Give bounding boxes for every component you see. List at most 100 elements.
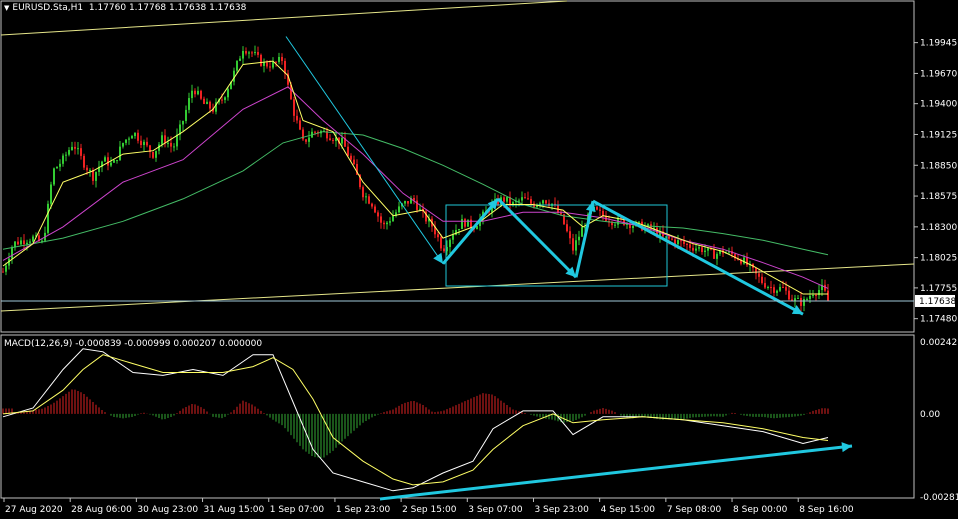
candle-body	[164, 135, 166, 143]
time-tick-label: 2 Sep 15:00	[402, 505, 457, 515]
candle-body	[524, 197, 526, 199]
candle-body	[263, 62, 265, 66]
candle-body	[62, 155, 64, 164]
candle-body	[701, 247, 703, 252]
candle-body	[806, 298, 808, 300]
price-tick-label: 1.19945	[920, 39, 957, 49]
candle-body	[266, 62, 268, 67]
candle-body	[707, 248, 709, 251]
candle-body	[77, 148, 79, 150]
candle-body	[143, 141, 145, 146]
candle-body	[185, 109, 187, 122]
candle-body	[815, 295, 817, 297]
candle-body	[455, 230, 457, 235]
candle-body	[152, 151, 154, 158]
candle-body	[128, 138, 130, 140]
candle-body	[599, 209, 601, 211]
candle-body	[329, 138, 331, 141]
candle-body	[785, 287, 787, 291]
collapse-triangle-icon[interactable]: ▼	[4, 4, 9, 12]
candle-body	[761, 276, 763, 284]
candle-body	[614, 224, 616, 226]
time-tick-label: 3 Sep 23:00	[534, 505, 589, 515]
time-tick-label: 31 Aug 15:00	[204, 505, 265, 515]
candle-body	[350, 155, 352, 160]
candle-body	[539, 203, 541, 205]
price-tick-label: 1.18575	[920, 192, 957, 202]
candle-body	[134, 132, 136, 137]
candle-body	[704, 250, 706, 252]
candle-body	[458, 229, 460, 231]
candle-body	[386, 222, 388, 225]
candle-body	[668, 236, 670, 239]
candle-body	[188, 98, 190, 110]
candle-body	[443, 248, 445, 252]
candle-body	[794, 298, 796, 301]
candle-body	[692, 247, 694, 251]
time-tick-label: 8 Sep 16:00	[799, 505, 854, 515]
candle-body	[530, 199, 532, 204]
time-tick-label: 7 Sep 08:00	[667, 505, 722, 515]
candle-body	[581, 227, 583, 237]
candle-body	[671, 238, 673, 240]
candle-body	[416, 200, 418, 210]
candle-body	[299, 120, 301, 130]
candle-body	[527, 198, 529, 200]
candle-body	[308, 137, 310, 142]
candle-body	[251, 52, 253, 54]
candle-body	[377, 212, 379, 217]
symbol-header: ▼ EURUSD.Sta,H1 1.17760 1.17768 1.17638 1…	[4, 3, 246, 13]
candle-body	[257, 52, 259, 55]
candle-body	[29, 241, 31, 243]
candle-body	[272, 61, 274, 68]
candle-body	[206, 101, 208, 104]
candle-body	[203, 98, 205, 104]
time-tick-label: 28 Aug 06:00	[71, 505, 132, 515]
candle-body	[449, 239, 451, 247]
candle-body	[110, 162, 112, 166]
candle-body	[47, 203, 49, 233]
candle-body	[347, 146, 349, 156]
candle-body	[314, 131, 316, 133]
candle-body	[236, 60, 238, 71]
candle-body	[569, 231, 571, 239]
candle-body	[59, 163, 61, 167]
price-tick-label: 1.18025	[920, 254, 957, 264]
candle-body	[788, 290, 790, 300]
candle-body	[461, 219, 463, 230]
candle-body	[122, 142, 124, 147]
current-price-tag: 1.17638	[915, 294, 956, 307]
candle-body	[23, 240, 25, 245]
candle-body	[254, 52, 256, 54]
candle-body	[374, 206, 376, 213]
candle-body	[197, 90, 199, 95]
candle-body	[353, 159, 355, 165]
candle-body	[368, 196, 370, 204]
candle-body	[383, 222, 385, 225]
candle-body	[74, 146, 76, 149]
candle-body	[632, 225, 634, 229]
candle-body	[221, 99, 223, 101]
candle-body	[419, 208, 421, 210]
macd-tick-label: 0.002427	[920, 338, 958, 348]
candle-body	[209, 101, 211, 109]
candle-body	[698, 247, 700, 249]
candle-body	[146, 141, 148, 146]
candle-body	[269, 66, 271, 68]
candle-body	[137, 132, 139, 141]
candle-body	[32, 236, 34, 242]
candle-body	[65, 154, 67, 156]
candle-body	[464, 219, 466, 227]
candle-body	[341, 137, 343, 144]
candle-body	[809, 295, 811, 299]
candle-body	[140, 140, 142, 146]
candle-body	[332, 140, 334, 142]
candle-body	[113, 160, 115, 163]
trading-chart[interactable]: 1.19945 1.19670 1.19400 1.19125 1.18850 1.185…	[0, 0, 958, 519]
candle-body	[104, 157, 106, 162]
candle-body	[521, 197, 523, 201]
time-tick-label: 30 Aug 23:00	[137, 505, 198, 515]
candle-body	[503, 197, 505, 202]
candle-body	[782, 287, 784, 289]
candle-body	[392, 216, 394, 222]
